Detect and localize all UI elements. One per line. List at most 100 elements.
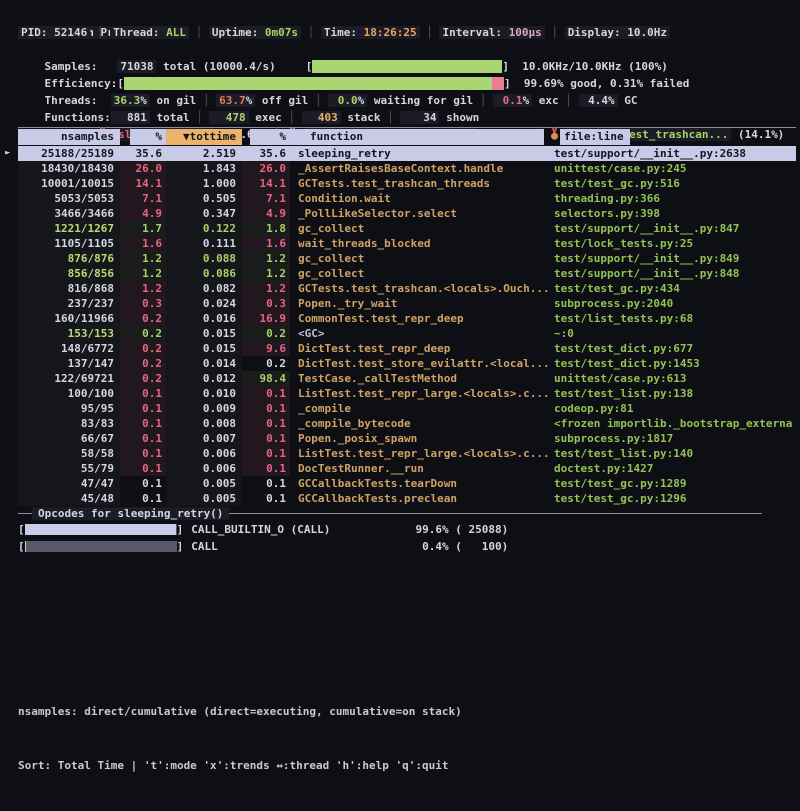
cell-function: DictTest.test_store_evilattr.<local... bbox=[290, 356, 550, 371]
cell-nsamples: 5053/5053 bbox=[18, 191, 120, 206]
footer-keybindings: Sort: Total Time | 't':mode 'x':trends ↔… bbox=[18, 757, 462, 775]
profiler-screen: Tachyon Profiler PID: 52146 │ Thread: AL… bbox=[0, 0, 800, 723]
cell-pct-cumulative: 1.6 bbox=[242, 236, 290, 251]
cell-pct-direct: 1.6 bbox=[120, 236, 166, 251]
table-row[interactable]: 237/2370.30.0240.3Popen._try_waitsubproc… bbox=[18, 296, 796, 311]
cell-file-line: <frozen importlib._bootstrap_externa bbox=[550, 416, 796, 431]
table-row[interactable]: 18430/1843026.01.84326.0_AssertRaisesBas… bbox=[18, 161, 796, 176]
cell-function: gc_collect bbox=[290, 266, 550, 281]
function-stat: 881 bbox=[111, 111, 150, 124]
cell-nsamples: 1105/1105 bbox=[18, 236, 120, 251]
cell-pct-direct: 0.2 bbox=[120, 371, 166, 386]
cell-nsamples: 83/83 bbox=[18, 416, 120, 431]
cell-file-line: test/test_gc.py:434 bbox=[550, 281, 796, 296]
table-row[interactable]: 45/480.10.0050.1GCCallbackTests.preclean… bbox=[18, 491, 796, 506]
table-row[interactable]: 160/119660.20.01616.9CommonTest.test_rep… bbox=[18, 311, 796, 326]
thread-stat: 4.4% bbox=[579, 94, 618, 107]
opcodes-section-header: Opcodes for sleeping_retry() bbox=[18, 506, 796, 521]
cell-nsamples: 100/100 bbox=[18, 386, 120, 401]
table-row[interactable]: 83/830.10.0080.1_compile_bytecode<frozen… bbox=[18, 416, 796, 431]
table-row[interactable]: 5053/50537.10.5057.1Condition.waitthread… bbox=[18, 191, 796, 206]
table-row[interactable]: 47/470.10.0050.1GCCallbackTests.tearDown… bbox=[18, 476, 796, 491]
table-row[interactable]: 58/580.10.0060.1ListTest.test_repr_large… bbox=[18, 446, 796, 461]
table-row[interactable]: 3466/34664.90.3474.9_PollLikeSelector.se… bbox=[18, 206, 796, 221]
cell-file-line: test/support/__init__.py:847 bbox=[550, 221, 796, 236]
cell-pct-cumulative: 0.1 bbox=[242, 476, 290, 491]
cell-pct-direct: 0.1 bbox=[120, 446, 166, 461]
cell-function: Popen._posix_spawn bbox=[290, 431, 550, 446]
header-gap bbox=[242, 129, 250, 145]
table-row[interactable]: 137/1470.20.0140.2DictTest.test_store_ev… bbox=[18, 356, 796, 371]
function-table: ►25188/2518935.62.51935.6sleeping_retryt… bbox=[4, 146, 796, 506]
samples-rate-text: 10.0KHz/10.0KHz (100%) bbox=[509, 60, 668, 73]
cell-nsamples: 148/6772 bbox=[18, 341, 120, 356]
cell-tottime: 0.005 bbox=[166, 476, 242, 491]
table-row[interactable]: 1105/11051.60.1111.6wait_threads_blocked… bbox=[18, 236, 796, 251]
table-row[interactable]: 95/950.10.0090.1_compilecodeop.py:81 bbox=[18, 401, 796, 416]
table-row[interactable]: 153/1530.20.0150.2<GC>~:0 bbox=[18, 326, 796, 341]
opcode-bar-close-bracket: ] bbox=[177, 521, 184, 538]
cell-pct-direct: 0.1 bbox=[120, 401, 166, 416]
cell-tottime: 0.122 bbox=[166, 221, 242, 236]
cell-tottime: 0.015 bbox=[166, 326, 242, 341]
table-row[interactable]: 856/8561.20.0861.2gc_collecttest/support… bbox=[18, 266, 796, 281]
table-row[interactable]: 55/790.10.0060.1DocTestRunner.__rundocte… bbox=[18, 461, 796, 476]
cell-pct-direct: 0.1 bbox=[120, 431, 166, 446]
cell-file-line: codeop.py:81 bbox=[550, 401, 796, 416]
cell-pct-cumulative: 0.1 bbox=[242, 446, 290, 461]
function-stat: 34 bbox=[400, 111, 439, 124]
table-row[interactable]: 66/670.10.0070.1Popen._posix_spawnsubpro… bbox=[18, 431, 796, 446]
cell-pct-direct: 7.1 bbox=[120, 191, 166, 206]
separator: │ bbox=[308, 94, 328, 107]
table-row[interactable]: ►25188/2518935.62.51935.6sleeping_retryt… bbox=[18, 146, 796, 161]
cell-nsamples: 153/153 bbox=[18, 326, 120, 341]
separator: │ bbox=[545, 26, 565, 39]
column-header-tottime-sorted[interactable]: ▼tottime bbox=[166, 129, 242, 145]
cell-pct-direct: 0.1 bbox=[120, 461, 166, 476]
table-row[interactable]: 122/697210.20.01298.4TestCase._callTestM… bbox=[18, 371, 796, 386]
cell-pct-cumulative: 0.1 bbox=[242, 416, 290, 431]
table-row[interactable]: 876/8761.20.0881.2gc_collecttest/support… bbox=[18, 251, 796, 266]
cell-function: _AssertRaisesBaseContext.handle bbox=[290, 161, 550, 176]
cell-nsamples: 122/69721 bbox=[18, 371, 120, 386]
cell-file-line: test/test_gc.py:516 bbox=[550, 176, 796, 191]
cell-file-line: test/test_dict.py:677 bbox=[550, 341, 796, 356]
table-row[interactable]: 10001/1001514.11.00014.1GCTests.test_tra… bbox=[18, 176, 796, 191]
table-row[interactable]: 100/1000.10.0100.1ListTest.test_repr_lar… bbox=[18, 386, 796, 401]
cell-pct-direct: 0.2 bbox=[120, 356, 166, 371]
thread-stat: 0.1% bbox=[493, 94, 532, 107]
table-row[interactable]: 148/67720.20.0159.6DictTest.test_repr_de… bbox=[18, 341, 796, 356]
cell-tottime: 0.014 bbox=[166, 356, 242, 371]
title-line: Tachyon Profiler bbox=[18, 7, 796, 24]
cell-pct-direct: 0.1 bbox=[120, 476, 166, 491]
cell-tottime: 0.007 bbox=[166, 431, 242, 446]
cell-file-line: doctest.py:1427 bbox=[550, 461, 796, 476]
cell-pct-direct: 1.2 bbox=[120, 251, 166, 266]
cell-tottime: 0.016 bbox=[166, 311, 242, 326]
status-uptime: Uptime: 0m07s bbox=[209, 26, 301, 39]
column-header-function[interactable]: function bbox=[290, 129, 544, 145]
efficiency-bar-open-bracket: [ bbox=[117, 77, 124, 90]
table-row[interactable]: 816/8681.20.0821.2GCTests.test_trashcan.… bbox=[18, 281, 796, 296]
cell-function: GCTests.test_trashcan_threads bbox=[290, 176, 550, 191]
cell-function: ListTest.test_repr_large.<locals>.c... bbox=[290, 446, 550, 461]
thread-stat: 0.0% bbox=[328, 94, 367, 107]
cell-pct-direct: 0.1 bbox=[120, 386, 166, 401]
column-header-pct-direct[interactable]: % bbox=[130, 129, 166, 145]
samples-label: Samples: bbox=[45, 60, 118, 73]
cell-function: _PollLikeSelector.select bbox=[290, 206, 550, 221]
cell-function: _compile bbox=[290, 401, 550, 416]
cell-file-line: test/test_list.py:140 bbox=[550, 446, 796, 461]
samples-bar-close-bracket: ] bbox=[502, 60, 509, 73]
column-header-nsamples[interactable]: nsamples bbox=[18, 129, 120, 145]
cell-tottime: 1.000 bbox=[166, 176, 242, 191]
column-header-pct-cumulative[interactable]: % bbox=[250, 129, 290, 145]
function-stat: 478 bbox=[209, 111, 248, 124]
selected-row-arrow-icon: ► bbox=[5, 146, 10, 161]
column-header-file-line[interactable]: file:line bbox=[560, 129, 630, 145]
separator: │ bbox=[301, 26, 321, 39]
table-row[interactable]: 1221/12671.70.1221.8gc_collecttest/suppo… bbox=[18, 221, 796, 236]
separator: │ bbox=[196, 94, 216, 107]
cell-function: ListTest.test_repr_large.<locals>.c... bbox=[290, 386, 550, 401]
thread-stat: 63.7% bbox=[216, 94, 255, 107]
